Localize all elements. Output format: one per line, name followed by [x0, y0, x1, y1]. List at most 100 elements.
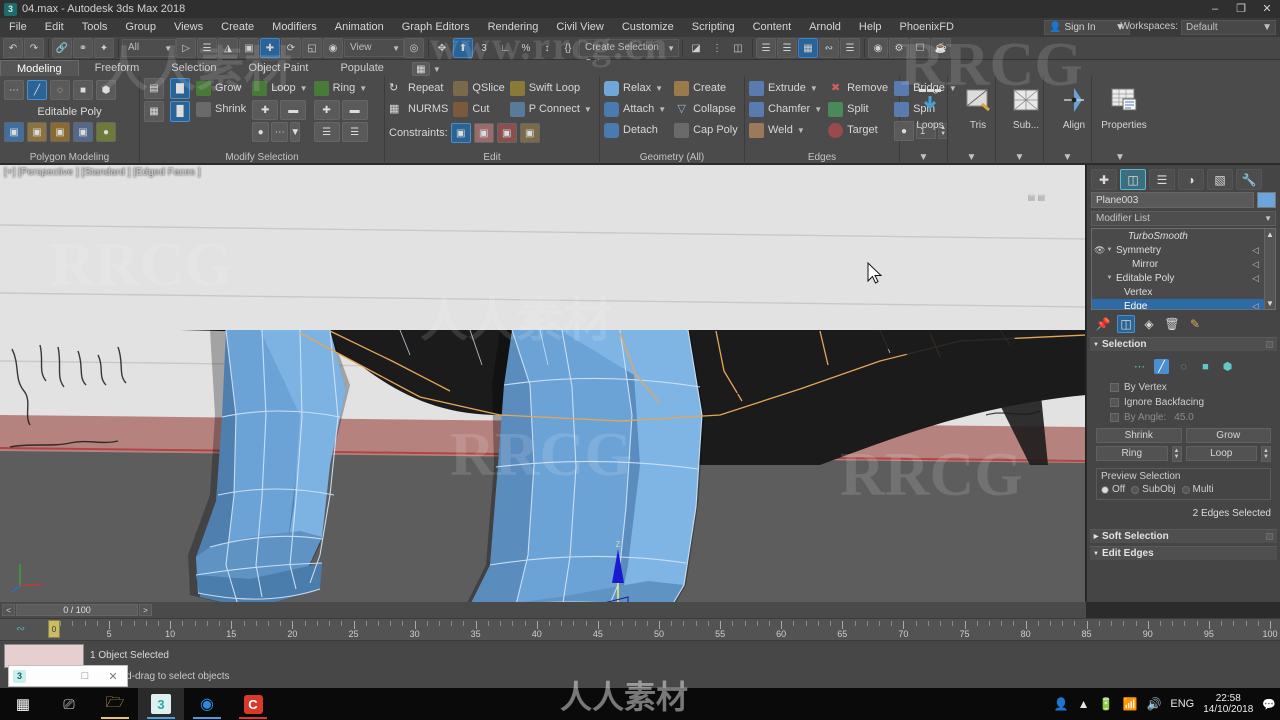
chevron-down-icon[interactable]: ▼: [584, 105, 592, 114]
select-by-name-icon[interactable]: ☰: [197, 38, 217, 58]
modifier-list-dropdown[interactable]: Modifier List ▼: [1091, 211, 1276, 226]
undo-icon[interactable]: ↶: [3, 38, 23, 58]
window-crossing-icon[interactable]: ▣: [239, 38, 259, 58]
select-and-move-icon[interactable]: ✚: [260, 38, 280, 58]
by-angle-checkbox[interactable]: By Angle: 45.0: [1096, 410, 1271, 425]
constraint-none-icon[interactable]: ▣: [451, 123, 471, 143]
ignore-backfacing-checkbox[interactable]: Ignore Backfacing: [1096, 395, 1271, 410]
grow-button[interactable]: Grow: [1186, 428, 1272, 443]
menu-item-edit[interactable]: Edit: [36, 18, 73, 37]
loop-shrink-icon[interactable]: ▬: [280, 100, 306, 120]
symmetry-tools-icon[interactable]: ▣: [27, 122, 47, 142]
stack-row-edge[interactable]: Edge ◁: [1092, 299, 1275, 310]
menu-item-civil-view[interactable]: Civil View: [547, 18, 612, 37]
polygon-icon[interactable]: ■: [73, 80, 93, 100]
curve-editor-toggle-icon[interactable]: ∾: [16, 622, 25, 635]
repeat-button[interactable]: ↻ Repeat: [389, 78, 448, 98]
stack-row-turbosmooth[interactable]: TurboSmooth: [1092, 229, 1275, 243]
tab-object-paint[interactable]: Object Paint: [233, 60, 325, 76]
stack-row-mirror[interactable]: Mirror ◁: [1092, 257, 1275, 271]
ring-mode-icon[interactable]: ☰: [314, 122, 340, 142]
target-button[interactable]: Target: [828, 120, 888, 140]
chevron-down-icon[interactable]: ▼: [433, 65, 441, 74]
layer-manager-icon[interactable]: ☰: [777, 38, 797, 58]
generate-topology-icon[interactable]: ▣: [4, 122, 24, 142]
utilities-tab[interactable]: 🔧: [1236, 169, 1262, 190]
menu-item-help[interactable]: Help: [850, 18, 891, 37]
popup-close-button[interactable]: ✕: [99, 670, 127, 683]
stack-row-editable-poly[interactable]: ▼ Editable Poly ◁: [1092, 271, 1275, 285]
loop-mode-icon[interactable]: ●: [252, 122, 269, 142]
pivot-icon[interactable]: ●: [96, 122, 116, 142]
p-connect-button[interactable]: P Connect ▼: [510, 99, 592, 119]
sign-in-button[interactable]: 👤 Sign In ▼: [1044, 20, 1130, 35]
menu-item-rendering[interactable]: Rendering: [479, 18, 548, 37]
hierarchy-tab[interactable]: ☰: [1149, 169, 1175, 190]
volume-icon[interactable]: 🔊: [1146, 697, 1161, 711]
loop-spinner-icon[interactable]: ▲▼: [1261, 446, 1271, 462]
element-icon[interactable]: ⬢: [96, 80, 116, 100]
eye-icon[interactable]: 👁: [1094, 245, 1105, 256]
ribbon-display-icon[interactable]: ▦: [412, 62, 430, 76]
dot-ring-icon[interactable]: ☰: [342, 122, 368, 142]
loop-button[interactable]: Loop ▼: [252, 78, 307, 98]
select-and-rotate-icon[interactable]: ⟳: [281, 38, 301, 58]
render-frame-window-icon[interactable]: ☐: [910, 38, 930, 58]
select-similar-icon[interactable]: ▤: [144, 78, 164, 99]
ring-grow-icon[interactable]: ✚: [314, 100, 340, 120]
fill-selection-icon[interactable]: ▦: [144, 101, 164, 122]
object-name-field[interactable]: Plane003: [1091, 192, 1254, 208]
material-editor-icon[interactable]: ◉: [868, 38, 888, 58]
chevron-down-icon[interactable]: ▼: [797, 126, 805, 135]
panel-title-geometry[interactable]: Geometry (All): [600, 152, 744, 163]
start-button[interactable]: ▦: [0, 688, 46, 720]
object-color-swatch[interactable]: [1257, 192, 1276, 208]
people-icon[interactable]: 👤: [1054, 697, 1069, 711]
3dsmax-taskbar-button[interactable]: 3: [138, 688, 184, 720]
notification-icon[interactable]: 💬: [1262, 698, 1276, 711]
rollout-header-edit-edges[interactable]: ▼ Edit Edges: [1090, 546, 1277, 560]
ring-shrink-icon[interactable]: ▬: [342, 100, 368, 120]
align-dropdown[interactable]: ▼: [1044, 152, 1091, 163]
preview-subobj-radio[interactable]: SubObj: [1131, 484, 1175, 495]
tab-selection[interactable]: Selection: [155, 60, 232, 76]
menu-item-customize[interactable]: Customize: [613, 18, 683, 37]
swift-loop-panel-icon[interactable]: ▣: [73, 122, 93, 142]
panel-title-edges[interactable]: Edges: [745, 152, 899, 163]
create-button[interactable]: Create: [674, 78, 738, 98]
make-unique-icon[interactable]: ◈: [1140, 315, 1158, 333]
chevron-down-icon[interactable]: ▼: [655, 84, 663, 93]
selection-filter-combo[interactable]: All ▼: [122, 39, 176, 57]
viewport-label[interactable]: [+] [Perspective ] [Standard ] [Edged Fa…: [4, 167, 201, 178]
ring-button[interactable]: Ring ▼: [314, 78, 368, 98]
motion-tab[interactable]: ◑: [1178, 169, 1204, 190]
menu-item-phoenixfd[interactable]: PhoenixFD: [891, 18, 963, 37]
time-ruler[interactable]: 5101520253035404550556065707580859095100: [0, 618, 1280, 640]
weld-button[interactable]: Weld ▼: [749, 120, 822, 140]
panel-title-polygon-modeling[interactable]: Polygon Modeling: [0, 152, 139, 163]
split-button[interactable]: Split: [828, 99, 888, 119]
by-angle-value[interactable]: 45.0: [1174, 412, 1193, 423]
popup-restore-button[interactable]: □: [71, 670, 99, 683]
battery-icon[interactable]: 🔋: [1099, 697, 1114, 711]
task-view-button[interactable]: ⎚: [46, 688, 92, 720]
time-slider[interactable]: 0: [48, 620, 60, 638]
expand-icon[interactable]: ▼: [1105, 275, 1114, 281]
paint-deform-icon[interactable]: ▣: [50, 122, 70, 142]
menu-item-graph-editors[interactable]: Graph Editors: [393, 18, 479, 37]
clock[interactable]: 22:58 14/10/2018: [1203, 693, 1253, 715]
create-tab[interactable]: ✚: [1091, 169, 1117, 190]
select-and-scale-icon[interactable]: ◱: [302, 38, 322, 58]
mirror-icon[interactable]: ◪: [686, 38, 706, 58]
wifi-icon[interactable]: 📶: [1122, 697, 1137, 711]
frame-field[interactable]: 0 / 100: [16, 604, 138, 616]
panel-title-modify-selection[interactable]: Modify Selection: [140, 152, 384, 163]
cut-button[interactable]: Cut: [453, 99, 504, 119]
stack-row-symmetry[interactable]: 👁 ▼ Symmetry ◁: [1092, 243, 1275, 257]
constraint-edge-icon[interactable]: ▣: [474, 123, 494, 143]
swift-loop-button[interactable]: Swift Loop: [510, 78, 592, 98]
schematic-view-icon[interactable]: ☰: [840, 38, 860, 58]
ribbon-toggle-icon[interactable]: ▦: [798, 38, 818, 58]
properties-button[interactable]: Properties: [1096, 78, 1152, 152]
relax-button[interactable]: Relax ▼: [604, 78, 666, 98]
